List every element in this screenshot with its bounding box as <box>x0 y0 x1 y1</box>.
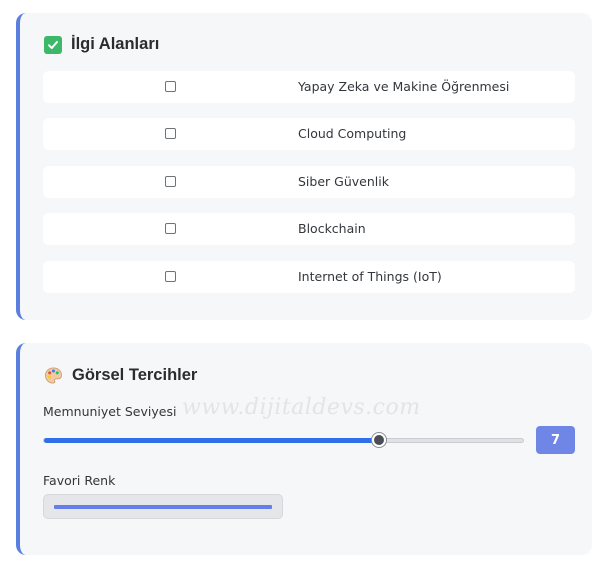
check-mark-button-icon <box>44 35 62 54</box>
interests-heading: İlgi Alanları <box>44 35 159 54</box>
visual-preferences-card: Görsel Tercihler www.dijitaldevs.com Mem… <box>16 343 592 555</box>
interest-checkbox[interactable] <box>165 176 176 187</box>
watermark-text: www.dijitaldevs.com <box>182 395 421 420</box>
interest-row[interactable]: Internet of Things (IoT) <box>43 261 575 293</box>
interests-card: İlgi Alanları Yapay Zeka ve Makine Öğren… <box>16 13 592 320</box>
interest-checkbox[interactable] <box>165 271 176 282</box>
favorite-color-picker[interactable] <box>43 494 283 519</box>
visual-preferences-title: Görsel Tercihler <box>72 366 198 384</box>
interest-label: Cloud Computing <box>298 126 407 141</box>
interest-checkbox[interactable] <box>165 81 176 92</box>
interest-label: Yapay Zeka ve Makine Öğrenmesi <box>298 79 510 94</box>
color-swatch <box>54 505 272 509</box>
interest-checkbox[interactable] <box>165 223 176 234</box>
interest-row[interactable]: Cloud Computing <box>43 118 575 150</box>
interest-checkbox[interactable] <box>165 128 176 139</box>
slider-fill <box>44 438 379 443</box>
satisfaction-value-badge: 7 <box>536 426 575 454</box>
interest-row[interactable]: Siber Güvenlik <box>43 166 575 198</box>
interest-label: Blockchain <box>298 221 366 236</box>
slider-thumb[interactable] <box>372 433 386 447</box>
interest-row[interactable]: Blockchain <box>43 213 575 245</box>
interests-title: İlgi Alanları <box>71 35 160 53</box>
interest-row[interactable]: Yapay Zeka ve Makine Öğrenmesi <box>43 71 575 103</box>
interest-label: Internet of Things (IoT) <box>298 269 442 284</box>
satisfaction-label: Memnuniyet Seviyesi <box>43 404 177 419</box>
interest-label: Siber Güvenlik <box>298 174 389 189</box>
favorite-color-label: Favori Renk <box>43 473 116 488</box>
artist-palette-icon <box>45 367 62 384</box>
satisfaction-slider[interactable] <box>43 433 524 447</box>
visual-preferences-heading: Görsel Tercihler <box>44 366 197 385</box>
